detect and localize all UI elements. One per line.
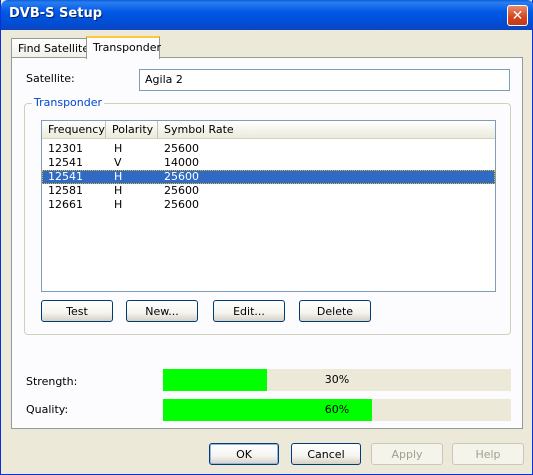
cell-symbol-rate: 25600 xyxy=(164,142,199,155)
transponder-panel: Satellite: Agila 2 Transponder Frequency… xyxy=(11,57,523,429)
column-header-symbol-rate[interactable]: Symbol Rate xyxy=(158,121,495,138)
close-icon: ✕ xyxy=(511,7,524,24)
tab-label: Transponder xyxy=(93,41,162,54)
transponder-group: Transponder Frequency Polarity Symbol Ra… xyxy=(24,96,511,335)
title-bar[interactable]: DVB-S Setup ✕ xyxy=(1,0,533,30)
cell-polarity: H xyxy=(114,170,123,183)
cell-polarity: H xyxy=(114,142,123,155)
cell-symbol-rate: 25600 xyxy=(164,198,199,211)
cell-polarity: H xyxy=(114,184,123,197)
satellite-field[interactable]: Agila 2 xyxy=(139,69,510,91)
table-row[interactable]: 12581 H 25600 xyxy=(42,184,495,198)
cell-polarity: V xyxy=(114,156,122,169)
edit-button[interactable]: Edit... xyxy=(213,300,285,322)
strength-meter: 30% xyxy=(163,369,511,391)
cell-polarity: H xyxy=(114,198,123,211)
list-header: Frequency Polarity Symbol Rate xyxy=(42,121,495,139)
dvbs-setup-dialog: DVB-S Setup ✕ Find Satellite Transponder… xyxy=(0,0,533,475)
column-header-frequency[interactable]: Frequency xyxy=(42,121,106,138)
new-button[interactable]: New... xyxy=(126,300,198,322)
cell-symbol-rate: 25600 xyxy=(164,170,199,183)
cell-symbol-rate: 14000 xyxy=(164,156,199,169)
table-row[interactable]: 12541 V 14000 xyxy=(42,156,495,170)
transponder-group-title: Transponder xyxy=(32,96,105,109)
cell-frequency: 12661 xyxy=(48,198,83,211)
tab-label: Find Satellite xyxy=(18,42,90,55)
strength-label: Strength: xyxy=(26,375,78,388)
cancel-button[interactable]: Cancel xyxy=(291,443,361,465)
table-row[interactable]: 12661 H 25600 xyxy=(42,198,495,212)
cell-frequency: 12541 xyxy=(48,170,83,183)
tab-transponder[interactable]: Transponder xyxy=(86,36,162,59)
cell-frequency: 12581 xyxy=(48,184,83,197)
ok-button[interactable]: OK xyxy=(209,443,279,465)
quality-label: Quality: xyxy=(26,403,69,416)
help-button[interactable]: Help xyxy=(452,443,524,465)
table-row-selected[interactable]: 12541 H 25600 xyxy=(42,170,495,184)
column-header-polarity[interactable]: Polarity xyxy=(106,121,158,138)
satellite-label: Satellite: xyxy=(26,72,75,85)
quality-meter: 60% xyxy=(163,399,511,421)
cell-frequency: 12301 xyxy=(48,142,83,155)
table-row[interactable]: 12301 H 25600 xyxy=(42,142,495,156)
close-button[interactable]: ✕ xyxy=(507,5,528,26)
cell-symbol-rate: 25600 xyxy=(164,184,199,197)
test-button[interactable]: Test xyxy=(41,300,113,322)
delete-button[interactable]: Delete xyxy=(299,300,371,322)
tab-find-satellite[interactable]: Find Satellite xyxy=(11,38,90,58)
window-title: DVB-S Setup xyxy=(9,6,102,21)
cell-frequency: 12541 xyxy=(48,156,83,169)
apply-button[interactable]: Apply xyxy=(371,443,443,465)
quality-value: 60% xyxy=(324,403,350,416)
transponder-list[interactable]: Frequency Polarity Symbol Rate 12301 H 2… xyxy=(41,120,496,292)
strength-value: 30% xyxy=(324,373,350,386)
